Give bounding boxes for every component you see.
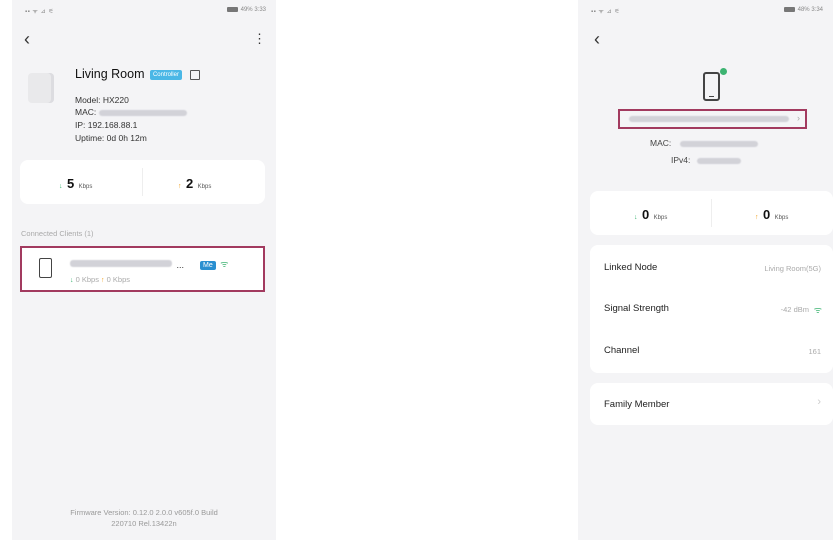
upload-speed: ↑ 0 Kbps (755, 207, 789, 222)
ip-text: IP: 192.168.88.1 (75, 120, 138, 130)
model-text: Model: HX220 (75, 95, 129, 105)
firmware-version: Firmware Version: 0.12.0 2.0.0 v605f.0 B… (70, 508, 218, 528)
device-name: Living Room (75, 67, 145, 81)
client-name-field[interactable]: › (618, 109, 807, 129)
mac-label: MAC: (650, 138, 672, 148)
wifi-icon: ᯤ (220, 259, 229, 269)
me-badge: Me (200, 261, 216, 270)
family-member-label: Family Member (604, 399, 670, 410)
channel-label: Channel (604, 345, 640, 356)
signal-strength-label: Signal Strength (604, 303, 669, 314)
battery-percent: 49% (240, 7, 253, 14)
mac-label: MAC: (75, 107, 97, 117)
linked-node-label: Linked Node (604, 262, 658, 273)
back-arrow-icon[interactable]: ‹ (594, 30, 600, 48)
online-status-dot (720, 68, 727, 75)
download-arrow-icon: ↓ (70, 277, 74, 284)
back-arrow-icon[interactable]: ‹ (24, 30, 30, 48)
battery-icon (226, 7, 238, 12)
phone-device-icon (703, 72, 720, 101)
router-device-image (28, 73, 54, 103)
more-menu-icon[interactable]: ⋮ (253, 32, 266, 45)
client-list-item[interactable]: ... Me ᯤ ↓ 0 Kbps ↑ 0 Kbps (20, 246, 265, 292)
client-speeds: ↓ 0 Kbps ↑ 0 Kbps (70, 275, 130, 284)
mac-value-blurred (679, 140, 758, 147)
speed-card: ↓ 0 Kbps ↑ 0 Kbps (590, 191, 833, 235)
battery-icon (783, 7, 795, 12)
right-phone-screen: ▪▪ ᯤ ⊿ ⚟ 48% 3:34 ‹ › MAC: IPv4: ↓ 0 Kbp… (578, 0, 833, 540)
download-speed: ↓ 5 Kbps (59, 176, 93, 191)
left-phone-screen: ▪▪ ᯤ ⊿ ⚟ 49% 3:33 ‹ ⋮ Living Room Contro… (12, 0, 276, 540)
phone-icon (39, 258, 52, 278)
uptime-text: Uptime: 0d 0h 12m (75, 133, 147, 143)
linked-node-value: Living Room(5G) (764, 264, 821, 273)
details-card: Linked Node Living Room(5G) Signal Stren… (590, 245, 833, 373)
status-time: 3:34 (811, 7, 823, 14)
ipv4-label: IPv4: (671, 155, 691, 165)
status-bar: ▪▪ ᯤ ⊿ ⚟ 49% 3:33 (12, 0, 276, 18)
ipv4-value-blurred (696, 157, 741, 164)
wifi-icon: ᯤ (813, 305, 822, 315)
download-arrow-icon: ↓ (59, 183, 63, 190)
status-bar: ▪▪ ᯤ ⊿ ⚟ 48% 3:34 (578, 0, 833, 18)
download-arrow-icon: ↓ (634, 214, 638, 221)
signal-strength-value: -42 dBm (780, 305, 809, 314)
battery-percent: 48% (797, 7, 810, 14)
signal-icons: ▪▪ ᯤ ⊿ ⚟ (591, 9, 621, 15)
upload-arrow-icon: ↑ (101, 277, 105, 284)
controller-badge: Controller (149, 69, 182, 80)
client-name-blurred (70, 260, 172, 268)
family-member-row[interactable]: Family Member › (590, 383, 833, 425)
channel-value: 161 (808, 347, 821, 356)
upload-speed: ↑ 2 Kbps (178, 176, 212, 191)
signal-icons: ▪▪ ᯤ ⊿ ⚟ (25, 9, 55, 15)
client-name-blurred (629, 116, 789, 122)
download-speed: ↓ 0 Kbps (634, 207, 668, 222)
divider (142, 168, 143, 196)
mac-value-blurred (98, 109, 187, 116)
chevron-right-icon: › (817, 396, 821, 408)
edit-icon[interactable] (190, 69, 201, 80)
upload-arrow-icon: ↑ (755, 214, 759, 221)
divider (711, 199, 712, 227)
upload-arrow-icon: ↑ (178, 183, 182, 190)
chevron-right-icon: › (797, 113, 800, 123)
status-time: 3:33 (254, 7, 266, 14)
connected-clients-header: Connected Clients (1) (21, 229, 94, 238)
speed-card: ↓ 5 Kbps ↑ 2 Kbps (20, 160, 265, 204)
